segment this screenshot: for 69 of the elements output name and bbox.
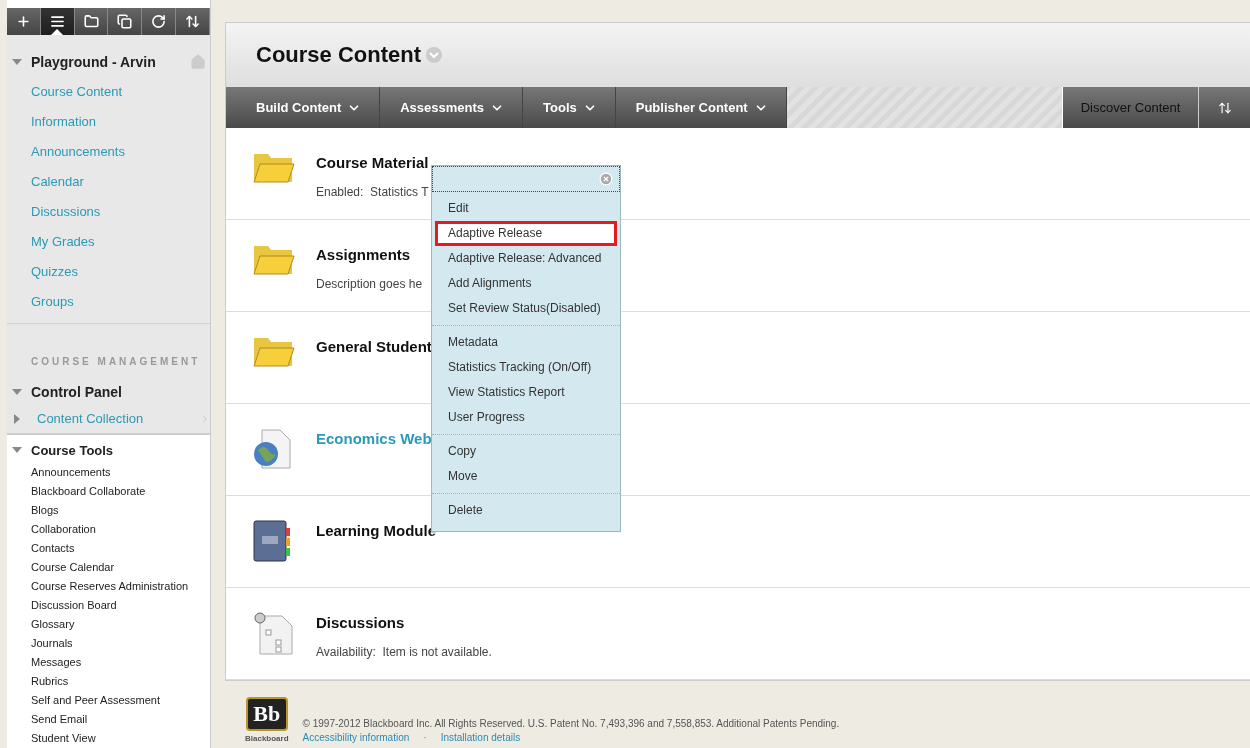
toolbar-button[interactable] bbox=[74, 8, 109, 36]
content-item-title[interactable]: General Student bbox=[316, 338, 432, 355]
notebook-icon bbox=[252, 520, 292, 562]
menu-item[interactable]: Statistics Tracking (On/Off) bbox=[435, 355, 617, 380]
separator: · bbox=[423, 732, 427, 743]
course-tool-link[interactable]: Glossary bbox=[7, 615, 210, 634]
course-tool-link[interactable]: Journals bbox=[7, 634, 210, 653]
menu-item[interactable]: Add Alignments bbox=[435, 271, 617, 296]
section-heading: COURSE MANAGEMENT bbox=[7, 324, 210, 368]
menu-item[interactable]: Metadata bbox=[435, 330, 617, 355]
toolbar-button[interactable] bbox=[7, 8, 41, 36]
action-menu-button[interactable]: Assessments bbox=[380, 87, 524, 128]
content-item-title[interactable]: Discussions bbox=[316, 614, 492, 631]
course-tool-link[interactable]: Self and Peer Assessment bbox=[7, 691, 210, 710]
menu-item[interactable]: Set Review Status(Disabled) bbox=[435, 296, 617, 321]
globe-icon bbox=[252, 428, 294, 470]
course-tool-link[interactable]: Messages bbox=[7, 653, 210, 672]
course-tool-link[interactable]: Announcements bbox=[7, 463, 210, 482]
folder-icon bbox=[252, 152, 296, 184]
chevron-icon bbox=[200, 414, 210, 425]
course-tool-link[interactable]: Blogs bbox=[7, 501, 210, 520]
content-item-detail: Description goes he bbox=[316, 277, 423, 291]
content-item-title[interactable]: Learning Module bbox=[316, 522, 436, 539]
copyright-text: © 1997-2012 Blackboard Inc. All Rights Reserved. U.S. Patent No. 7,493,396 and 7,558,853. Additional Patents Pending. bbox=[302, 718, 840, 729]
menu-item[interactable]: Delete bbox=[435, 498, 617, 523]
sort-icon bbox=[185, 14, 201, 30]
toolbar-button[interactable] bbox=[108, 8, 143, 36]
sort-button[interactable] bbox=[1198, 87, 1250, 128]
course-tool-link[interactable]: Collaboration bbox=[7, 520, 210, 539]
page-title: Course Content bbox=[256, 42, 421, 68]
toolbar-button[interactable] bbox=[176, 8, 210, 36]
course-tool-link[interactable]: Discussion Board bbox=[7, 596, 210, 615]
menu-item[interactable]: Copy bbox=[435, 439, 617, 464]
course-title[interactable]: Playground - Arvin bbox=[31, 54, 156, 71]
menu-item[interactable]: Adaptive Release: Advanced bbox=[435, 246, 617, 271]
course-tool-link[interactable]: Rubrics bbox=[7, 672, 210, 691]
list-icon bbox=[49, 14, 65, 30]
content-item-title[interactable]: Course Material bbox=[316, 154, 429, 171]
folder-icon bbox=[83, 14, 99, 30]
document-icon bbox=[252, 612, 294, 656]
sort-icon bbox=[1217, 100, 1232, 115]
toolbar-button[interactable] bbox=[142, 8, 177, 36]
course-tool-link[interactable]: Student View bbox=[7, 729, 210, 748]
course-tools-title[interactable]: Course Tools bbox=[31, 442, 114, 458]
refresh-icon bbox=[151, 14, 167, 30]
menu-item[interactable]: View Statistics Report bbox=[435, 380, 617, 405]
logo-name: Blackboard bbox=[245, 734, 289, 743]
content-item-detail: Availability: Item is not available. bbox=[316, 645, 492, 659]
folder-icon bbox=[252, 244, 296, 276]
menu-item[interactable]: Move bbox=[435, 464, 617, 489]
logo: Bb bbox=[245, 697, 288, 731]
control-panel-title[interactable]: Control Panel bbox=[31, 384, 122, 401]
course-tool-link[interactable]: Contacts bbox=[7, 539, 210, 558]
course-tool-link[interactable]: Course Calendar bbox=[7, 558, 210, 577]
action-menu-button[interactable]: Build Content bbox=[226, 87, 381, 128]
menu-item[interactable]: Edit bbox=[435, 196, 617, 221]
action-menu-button[interactable]: Tools bbox=[523, 87, 616, 128]
course-tool-link[interactable]: Course Reserves Administration bbox=[7, 577, 210, 596]
menu-item[interactable]: Adaptive Release bbox=[435, 221, 617, 246]
window-icon bbox=[117, 14, 133, 30]
content-item-detail: Enabled: Statistics T bbox=[316, 185, 429, 199]
content-item-title[interactable]: Assignments bbox=[316, 246, 423, 263]
action-menu-button[interactable]: Publisher Content bbox=[615, 87, 787, 128]
add-icon bbox=[15, 14, 31, 30]
menu-item[interactable]: User Progress bbox=[435, 405, 617, 430]
course-tool-link[interactable]: Send Email bbox=[7, 710, 210, 729]
toolbar-button[interactable] bbox=[40, 8, 75, 36]
course-tool-link[interactable]: Blackboard Collaborate bbox=[7, 482, 210, 501]
folder-icon bbox=[252, 336, 296, 368]
